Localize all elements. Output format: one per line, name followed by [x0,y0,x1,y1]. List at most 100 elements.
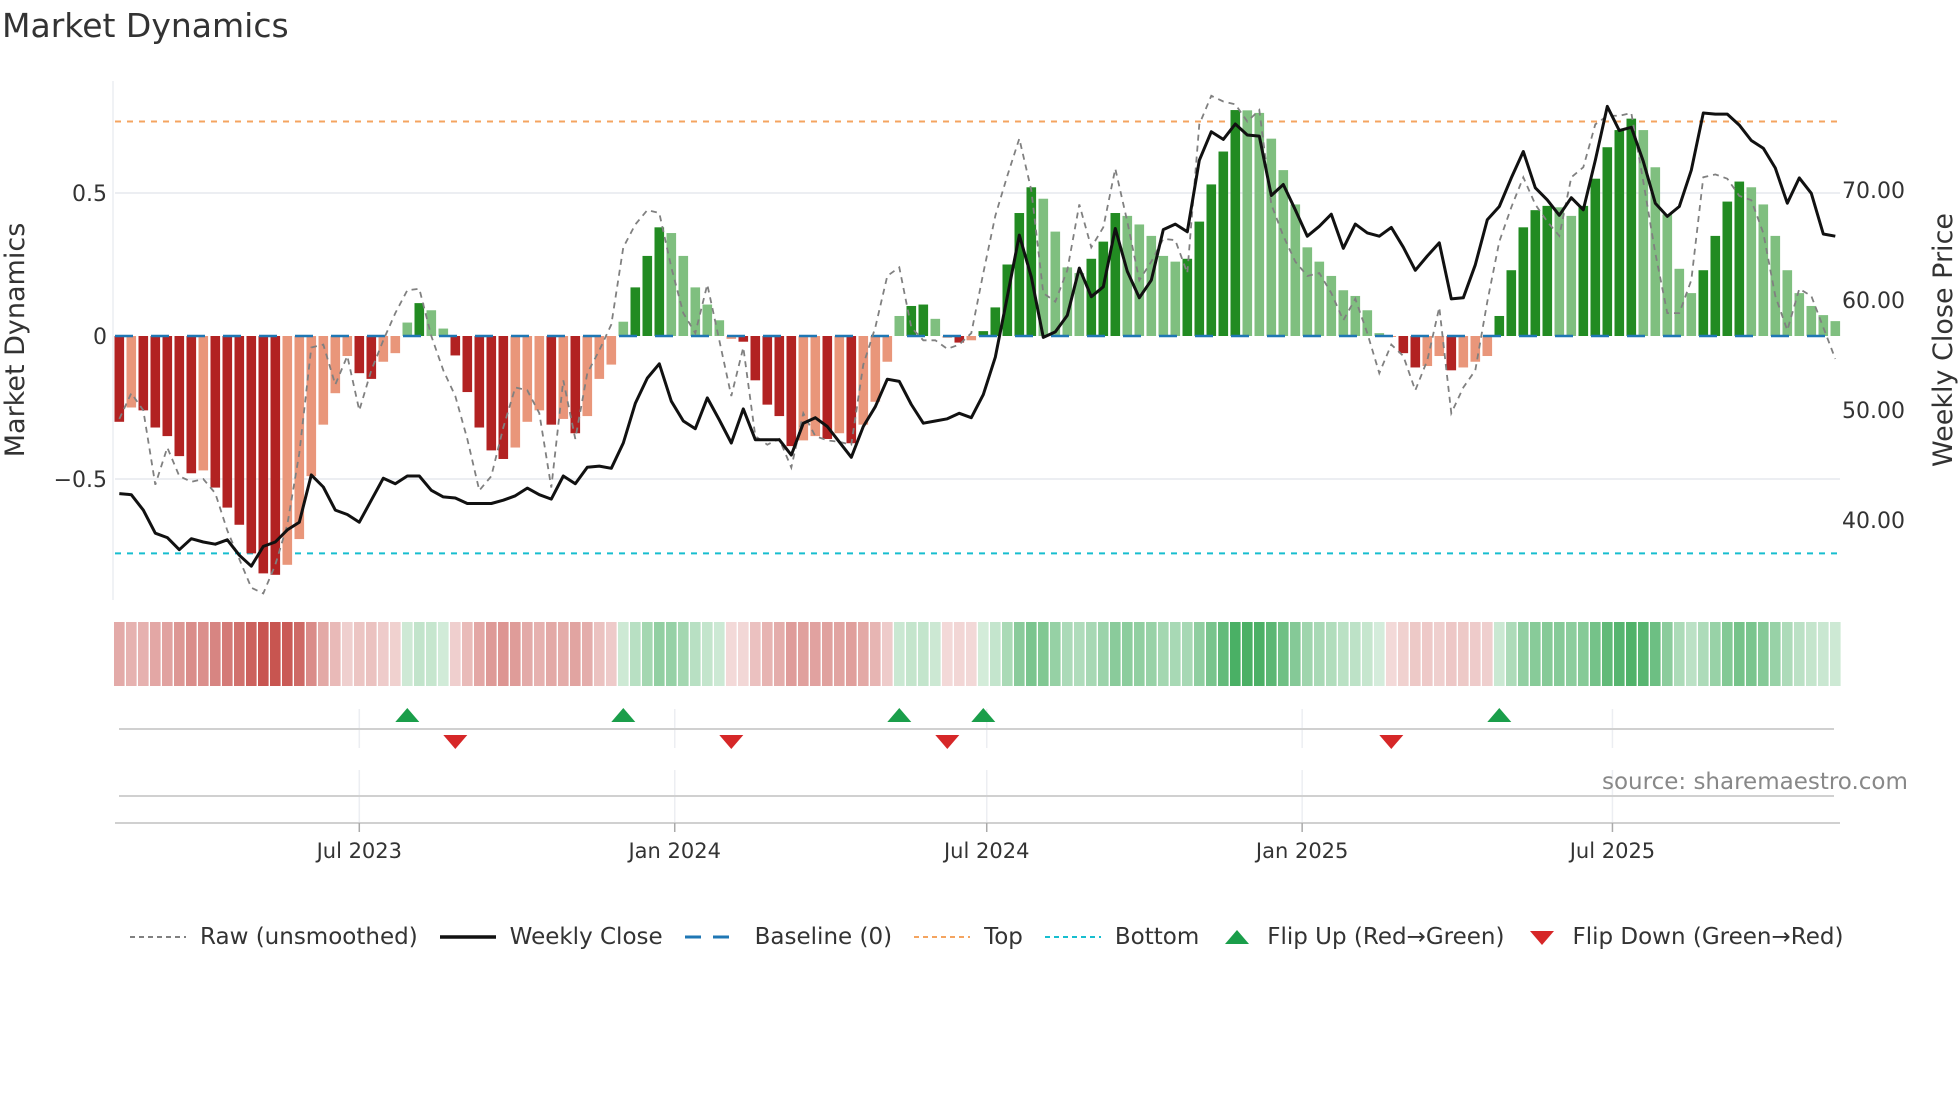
legend-swatch-close-icon [439,935,496,939]
heat-strip-cell [786,622,797,686]
histogram-bar [834,336,845,434]
histogram-bar [1230,110,1241,336]
histogram-bar [234,336,245,525]
heat-strip-cell [954,622,965,686]
heat-strip-cell [498,622,509,686]
histogram-bar [114,336,125,422]
heat-strip-cell [474,622,485,686]
heat-strip-cell [618,622,629,686]
histogram-bar [1626,118,1637,336]
y2-tick-label: 60.00 [1842,289,1905,314]
heat-strip-cell [1422,622,1433,686]
heat-strip-cell [330,622,341,686]
heat-strip-cell [1554,622,1565,686]
heat-strip-cell [1002,622,1013,686]
heat-strip-cell [1458,622,1469,686]
heat-strip-cell [1170,622,1181,686]
legend-swatch-flip-down-icon [1530,931,1555,945]
legend-item-top: Top [912,924,1023,950]
histogram-bar [618,321,629,336]
heat-strip-cell [1134,622,1145,686]
heat-strip-cell [1122,622,1133,686]
heat-strip-cell [306,622,317,686]
heat-strip-cell [642,622,653,686]
histogram-bar [1494,315,1505,336]
heat-strip-cell [678,622,689,686]
heat-strip-cell [1650,622,1661,686]
histogram-bar [606,336,617,365]
histogram-bar [330,336,341,394]
heat-strip-cell [1626,622,1637,686]
heat-strip-cell [1830,622,1841,686]
legend-label: Flip Down (Green→Red) [1572,924,1844,950]
histogram-bar [1794,293,1805,336]
heat-strip-cell [1530,622,1541,686]
heat-strip-cell [138,622,149,686]
histogram-bar [546,336,557,425]
heat-strip-cell [1194,622,1205,686]
histogram-bar [1422,336,1433,367]
histogram-bar [1710,235,1721,336]
heat-strip-cell [162,622,173,686]
legend-swatch-baseline-icon [684,935,741,939]
histogram-bar [138,336,149,411]
histogram-bar [522,336,533,422]
heat-strip-cell [222,622,233,686]
heat-strip-cell [282,622,293,686]
heat-strip-cell [1302,622,1313,686]
heat-strip-cell [1086,622,1097,686]
heat-strip-cell [594,622,605,686]
histogram-bar [1470,336,1481,362]
histogram-bar [510,336,521,448]
heat-strip-cell [1014,622,1025,686]
y2-tick-label: 40.00 [1842,509,1905,534]
heat-strip-cell [1470,622,1481,686]
heat-strip-cell [1410,622,1421,686]
heat-strip-cell [1146,622,1157,686]
heat-strip-cell [342,622,353,686]
heat-strip-cell [762,622,773,686]
heat-strip-cell [1806,622,1817,686]
histogram-bar [462,336,473,393]
histogram-bar [1518,227,1529,336]
heat-strip-cell [558,622,569,686]
histogram-bar [750,336,761,381]
heat-strip-cell [1362,622,1373,686]
heat-strip-cell [1242,622,1253,686]
heat-strip-cell [294,622,305,686]
histogram-bar [1662,214,1673,336]
heat-strip-cell [450,622,461,686]
heat-strip-cell [1662,622,1673,686]
histogram-bar [1410,336,1421,368]
histogram-bar [1290,204,1301,336]
legend-label: Raw (unsmoothed) [200,924,418,950]
histogram-bar [258,336,269,574]
histogram-bar [1530,210,1541,336]
histogram-bar [1782,270,1793,336]
legend-item-bottom: Bottom [1043,924,1199,950]
histogram-bar [882,336,893,362]
histogram-bar [1566,215,1577,336]
heat-strip-cell [246,622,257,686]
histogram-bar [1350,295,1361,336]
legend-item-close: Weekly Close [438,924,663,950]
y-tick-label: −0.5 [54,468,107,493]
heat-strip-cell [1446,622,1457,686]
heat-strip-cell [234,622,245,686]
flip-up-marker [395,708,420,722]
heat-strip-cell [210,622,221,686]
histogram-bar [1434,336,1445,357]
heat-strip-cell [702,622,713,686]
heat-strip-cell [402,622,413,686]
flip-down-marker [719,735,744,749]
heat-strip-cell [1230,622,1241,686]
heat-strip-cell [1710,622,1721,686]
heat-strip-cell [1278,622,1289,686]
histogram-bar [630,287,641,336]
heat-strip-cell [846,622,857,686]
heat-strip-cell [798,622,809,686]
raw-line [118,94,1837,595]
flip-down-marker [443,735,468,749]
heat-strip-cell [462,622,473,686]
histogram-bar [558,336,569,419]
